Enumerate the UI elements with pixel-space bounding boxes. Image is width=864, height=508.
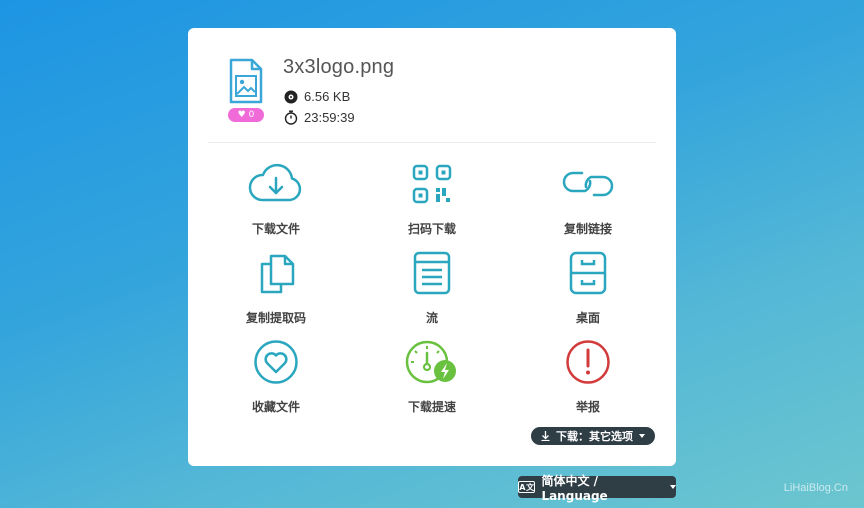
countdown-time: 23:59:39 (304, 110, 355, 125)
action-label: 收藏文件 (251, 400, 300, 414)
action-label: 流 (425, 311, 438, 325)
file-name: 3x3logo.png (283, 56, 395, 78)
language-selector[interactable]: A文 简体中文 / Language (518, 474, 676, 503)
action-label: 扫码下载 (407, 222, 456, 236)
divider (208, 142, 656, 143)
file-size-row: 6.56 KB (284, 89, 350, 104)
file-card: ♥ 0 3x3logo.png 6.56 KB 23:59:39 下载文件 扫码… (188, 28, 676, 466)
action-label: 下载提速 (407, 400, 456, 414)
document-icon (413, 251, 451, 295)
desktop-button[interactable]: 桌面 (528, 245, 648, 326)
download-file-button[interactable]: 下载文件 (216, 156, 336, 237)
favorite-file-button[interactable]: 收藏文件 (216, 334, 336, 415)
action-label: 桌面 (575, 311, 600, 325)
copy-link-button[interactable]: 复制链接 (528, 156, 648, 237)
caret-down-icon (670, 485, 676, 489)
stream-button[interactable]: 流 (372, 245, 492, 326)
image-file-icon (228, 58, 264, 104)
caret-down-icon (639, 434, 645, 438)
qr-code-icon (412, 164, 452, 204)
more-options-label: 下载：其它选项 (556, 430, 633, 443)
translate-icon: A文 (518, 481, 536, 493)
action-label: 复制链接 (563, 222, 612, 236)
report-button[interactable]: 举报 (528, 334, 648, 415)
alert-icon (566, 340, 610, 384)
copy-extract-code-button[interactable]: 复制提取码 (216, 245, 336, 326)
like-count: 0 (248, 110, 255, 120)
language-label: 简体中文 / Language (541, 473, 608, 503)
action-label: 举报 (575, 400, 600, 414)
download-other-options-button[interactable]: 下载：其它选项 (531, 427, 655, 445)
heart-circle-icon (254, 340, 298, 384)
file-size: 6.56 KB (304, 89, 351, 104)
stopwatch-icon (284, 110, 298, 125)
scan-qr-download-button[interactable]: 扫码下载 (372, 156, 492, 237)
action-label: 下载文件 (251, 222, 300, 236)
heart-icon: ♥ (237, 110, 246, 120)
cloud-download-icon (248, 163, 302, 202)
link-icon (562, 171, 614, 197)
download-speedup-button[interactable]: 下载提速 (372, 334, 492, 415)
cabinet-icon (569, 251, 607, 295)
countdown-row: 23:59:39 (284, 110, 355, 125)
copy-icon (260, 254, 295, 294)
watermark: LiHaiBlog.Cn (783, 482, 848, 494)
like-count-badge[interactable]: ♥ 0 (228, 108, 264, 122)
disk-icon (284, 90, 298, 103)
download-arrow-icon (541, 431, 550, 441)
action-label: 复制提取码 (245, 311, 306, 325)
speedometer-icon (405, 340, 456, 384)
